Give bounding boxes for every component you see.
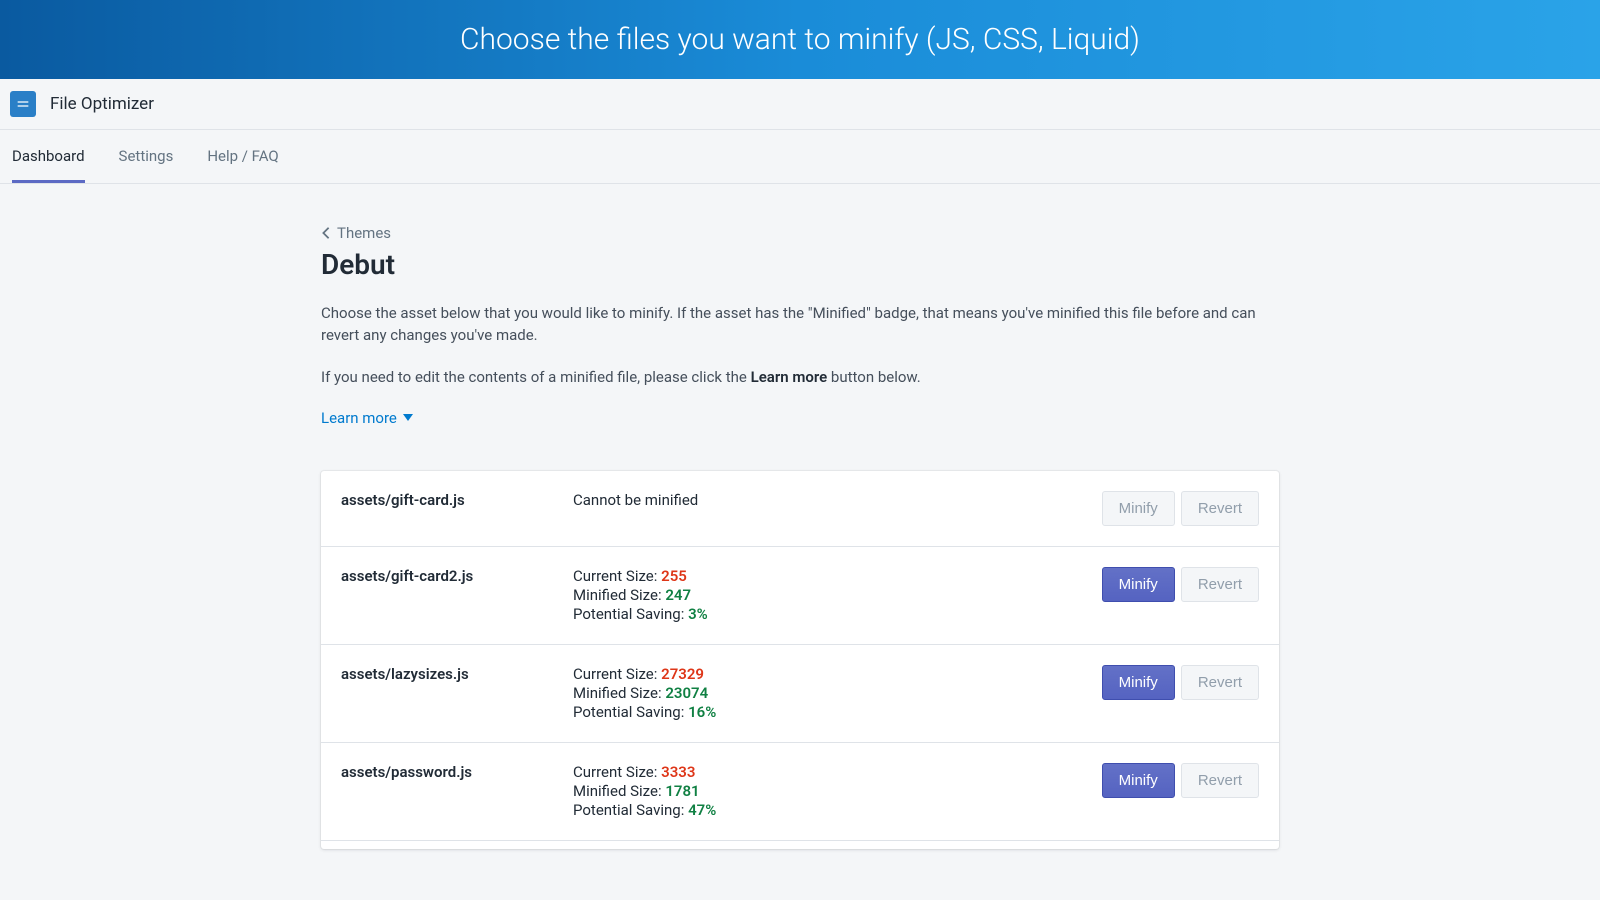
asset-row: assets/lazysizes.js Current Size: 27329 … xyxy=(321,645,1279,743)
description-1: Choose the asset below that you would li… xyxy=(321,303,1279,347)
asset-stats: Current Size: 27329 Minified Size: 23074… xyxy=(573,665,1102,722)
main-content: Themes Debut Choose the asset below that… xyxy=(321,184,1279,849)
asset-row: assets/gift-card.js Cannot be minified M… xyxy=(321,471,1279,547)
page-title: Debut xyxy=(321,248,1279,281)
app-title: File Optimizer xyxy=(50,94,154,114)
revert-button: Revert xyxy=(1181,665,1259,700)
minify-button: Minify xyxy=(1102,491,1175,526)
minify-button[interactable]: Minify xyxy=(1102,567,1175,602)
topbar: File Optimizer xyxy=(0,79,1600,130)
assets-card: assets/gift-card.js Cannot be minified M… xyxy=(321,471,1279,849)
revert-button: Revert xyxy=(1181,491,1259,526)
asset-row-partial xyxy=(321,841,1279,849)
asset-name: assets/lazysizes.js xyxy=(341,665,573,683)
chevron-left-icon xyxy=(321,226,331,240)
learn-more-link[interactable]: Learn more xyxy=(321,409,413,427)
asset-stats: Current Size: 3333 Minified Size: 1781 P… xyxy=(573,763,1102,820)
tab-settings[interactable]: Settings xyxy=(119,130,174,183)
asset-name: assets/gift-card2.js xyxy=(341,567,573,585)
asset-name: assets/gift-card.js xyxy=(341,491,573,509)
asset-actions: Minify Revert xyxy=(1102,665,1259,700)
tabs: Dashboard Settings Help / FAQ xyxy=(0,130,1600,184)
minify-button[interactable]: Minify xyxy=(1102,665,1175,700)
asset-name: assets/password.js xyxy=(341,763,573,781)
description-2: If you need to edit the contents of a mi… xyxy=(321,367,1279,389)
breadcrumb-back[interactable]: Themes xyxy=(321,224,391,242)
asset-actions: Minify Revert xyxy=(1102,567,1259,602)
revert-button: Revert xyxy=(1181,567,1259,602)
asset-row: assets/password.js Current Size: 3333 Mi… xyxy=(321,743,1279,841)
asset-stats: Current Size: 255 Minified Size: 247 Pot… xyxy=(573,567,1102,624)
banner-text: Choose the files you want to minify (JS,… xyxy=(460,22,1140,57)
tab-dashboard[interactable]: Dashboard xyxy=(12,130,85,183)
breadcrumb-label: Themes xyxy=(337,224,391,242)
asset-actions: Minify Revert xyxy=(1102,763,1259,798)
app-logo xyxy=(10,91,36,117)
promo-banner: Choose the files you want to minify (JS,… xyxy=(0,0,1600,79)
asset-status: Cannot be minified xyxy=(573,491,1102,509)
asset-row: assets/gift-card2.js Current Size: 255 M… xyxy=(321,547,1279,645)
asset-actions: Minify Revert xyxy=(1102,491,1259,526)
caret-down-icon xyxy=(403,414,413,422)
tab-help-faq[interactable]: Help / FAQ xyxy=(207,130,278,183)
minify-button[interactable]: Minify xyxy=(1102,763,1175,798)
revert-button: Revert xyxy=(1181,763,1259,798)
logo-icon xyxy=(15,96,31,112)
